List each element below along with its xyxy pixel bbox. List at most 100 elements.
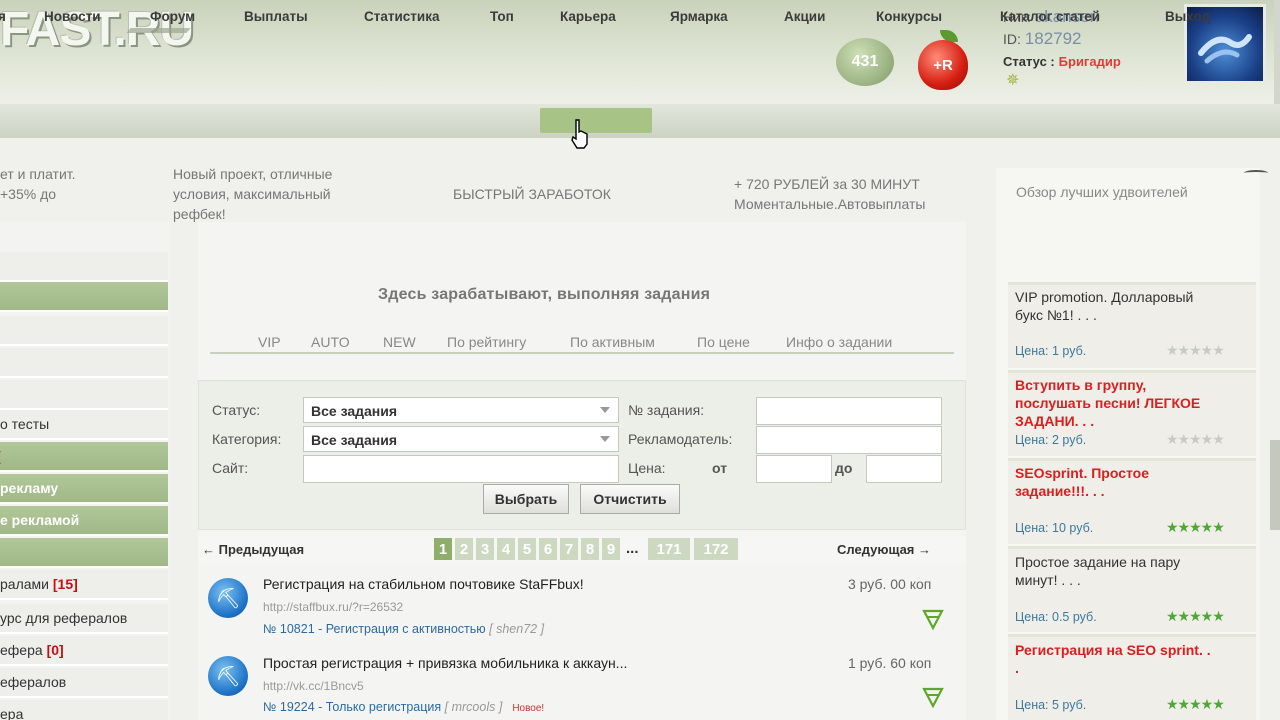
scrollbar[interactable] <box>1270 440 1280 530</box>
price-to-input[interactable] <box>866 455 942 483</box>
right-task-price: Цена: 5 руб. <box>1015 698 1087 712</box>
id-value: 182792 <box>1024 29 1082 48</box>
right-task-title[interactable]: Регистрация на SEO sprint. .. <box>1015 641 1245 677</box>
promo-1[interactable]: ет и платит. +35% до <box>0 164 165 204</box>
nav-item-news[interactable]: Новости <box>44 9 101 24</box>
page-1[interactable]: 1 <box>434 538 452 560</box>
tab-by-active[interactable]: По активным <box>570 334 655 350</box>
sidebar-item[interactable] <box>0 348 168 378</box>
page-171[interactable]: 171 <box>648 538 690 560</box>
task-meta: № 19224 - Только регистрация [ mrcools ]… <box>263 700 545 714</box>
task-title-link[interactable]: Простая регистрация + привязка мобильник… <box>263 655 627 671</box>
right-task-price: Цена: 1 руб. <box>1015 344 1087 358</box>
new-badge: Новое! <box>512 703 545 714</box>
task-title-link[interactable]: Регистрация на стабильном почтовике StaF… <box>263 576 584 592</box>
pager-ellipsis: ... <box>626 540 639 557</box>
nav-item-logout[interactable]: Выход <box>1165 9 1210 24</box>
rating-stars: ★★★★★ <box>1166 431 1225 447</box>
right-promo[interactable]: Обзор лучших удвоителей <box>1016 184 1188 200</box>
status-filter-label: Статус: <box>212 402 261 418</box>
tab-vip[interactable]: VIP <box>258 334 281 350</box>
site-input[interactable] <box>303 455 619 483</box>
promo-4[interactable]: + 720 РУБЛЕЙ за 30 МИНУТ Моментальные.Ав… <box>734 174 974 214</box>
page-9[interactable]: 9 <box>602 538 620 560</box>
nav-item-contests[interactable]: Конкурсы <box>876 9 942 24</box>
tab-auto[interactable]: AUTO <box>311 334 350 350</box>
task-url: http://staffbux.ru/?r=26532 <box>263 600 404 614</box>
sidebar-item-ads-manage[interactable]: е рекламой <box>0 506 168 536</box>
prev-page-link[interactable]: ← Предыдущая <box>202 542 304 557</box>
category-filter-label: Категория: <box>212 431 282 447</box>
nav-item-articles[interactable]: Каталог статей <box>1000 9 1100 24</box>
sidebar-item-active[interactable] <box>0 282 168 312</box>
nav-item-top[interactable]: Топ <box>490 9 514 24</box>
nav-item-forum[interactable]: Форум <box>150 9 195 24</box>
tab-by-price[interactable]: По цене <box>697 334 750 350</box>
scroll-indicator-icon <box>1244 170 1268 176</box>
nav-active-highlight <box>540 108 652 133</box>
reputation-apple-icon[interactable]: +R <box>918 40 968 90</box>
page-4[interactable]: 4 <box>497 538 515 560</box>
page-172[interactable]: 172 <box>694 538 738 560</box>
status-value: Бригадир <box>1058 54 1121 69</box>
right-task-title[interactable]: VIP promotion. Долларовый букс №1! . . . <box>1015 288 1245 324</box>
promo-2[interactable]: Новый проект, отличные условия, максимал… <box>173 164 373 224</box>
page-title: Здесь зарабатывают, выполняя задания <box>378 286 711 303</box>
tab-task-info[interactable]: Инфо о задании <box>786 334 892 350</box>
sidebar-item-referer[interactable]: ефера [0] <box>0 636 168 666</box>
task-price: 1 руб. 60 коп <box>848 655 932 671</box>
status-label: Статус : <box>1003 54 1055 69</box>
nav-item-career[interactable]: Карьера <box>560 9 616 24</box>
task-type-icon: ⛏ <box>208 656 248 696</box>
nav-item-promotions[interactable]: Акции <box>784 9 825 24</box>
page-6[interactable]: 6 <box>539 538 557 560</box>
sidebar-item-order-ads[interactable]: рекламу <box>0 474 168 504</box>
page-8[interactable]: 8 <box>581 538 599 560</box>
nav-item-partial[interactable]: я <box>0 9 6 24</box>
sidebar-item-ref-contest[interactable]: урс для рефералов <box>0 604 168 634</box>
price-from-label: от <box>712 460 728 476</box>
sidebar-item[interactable] <box>0 316 168 346</box>
site-filter-label: Сайт: <box>212 460 249 476</box>
clear-button[interactable]: Отчистить <box>580 484 680 514</box>
nav-item-payouts[interactable]: Выплаты <box>244 9 308 24</box>
rating-stars: ★★★★★ <box>1166 342 1225 358</box>
sidebar-item[interactable]: [ <box>0 442 168 472</box>
sidebar-item[interactable]: ера <box>0 700 168 720</box>
right-task-title[interactable]: SEOsprint. Простое задание!!!. . . <box>1015 464 1245 500</box>
choose-button[interactable]: Выбрать <box>483 484 569 514</box>
chevron-down-icon[interactable] <box>922 608 944 630</box>
nav-item-fair[interactable]: Ярмарка <box>670 9 728 24</box>
task-number-input[interactable] <box>756 397 942 425</box>
sidebar-item[interactable] <box>0 380 168 410</box>
id-label: ID: <box>1003 31 1021 47</box>
category-select[interactable]: Все задания <box>303 426 619 452</box>
next-page-link[interactable]: Следующая → <box>837 542 931 557</box>
tab-by-rating[interactable]: По рейтингу <box>447 334 526 350</box>
task-type-icon: ⛏ <box>208 578 248 618</box>
sidebar-item-referals-list[interactable]: ефералов <box>0 668 168 698</box>
nav-item-statistics[interactable]: Статистика <box>364 9 439 24</box>
page-2[interactable]: 2 <box>455 538 473 560</box>
right-task-title[interactable]: Простое задание на пару минут! . . . <box>1015 553 1245 589</box>
rank-star-icon: ✵ <box>1006 72 1020 89</box>
price-from-input[interactable] <box>756 455 832 483</box>
page-3[interactable]: 3 <box>476 538 494 560</box>
page-7[interactable]: 7 <box>560 538 578 560</box>
right-task-title[interactable]: Вступить в группу, послушать песни! ЛЕГКО… <box>1015 376 1245 430</box>
task-url: http://vk.cc/1Bncv5 <box>263 679 364 693</box>
sidebar-item-tests[interactable]: о тесты <box>0 410 168 440</box>
status-select[interactable]: Все задания <box>303 397 619 423</box>
advertiser-label: Рекламодатель: <box>628 431 733 447</box>
sidebar-item[interactable] <box>0 252 168 282</box>
sidebar-item-referrals[interactable]: ралами [15] <box>0 570 168 600</box>
promo-3[interactable]: БЫСТРЫЙ ЗАРАБОТОК <box>453 184 611 204</box>
page-5[interactable]: 5 <box>518 538 536 560</box>
chevron-down-icon <box>600 436 610 442</box>
tab-new[interactable]: NEW <box>383 334 416 350</box>
right-task-price: Цена: 0.5 руб. <box>1015 610 1097 624</box>
score-badge[interactable]: 431 <box>836 38 894 86</box>
advertiser-input[interactable] <box>756 426 942 454</box>
sidebar-item[interactable] <box>0 538 168 568</box>
chevron-down-icon[interactable] <box>922 686 944 708</box>
